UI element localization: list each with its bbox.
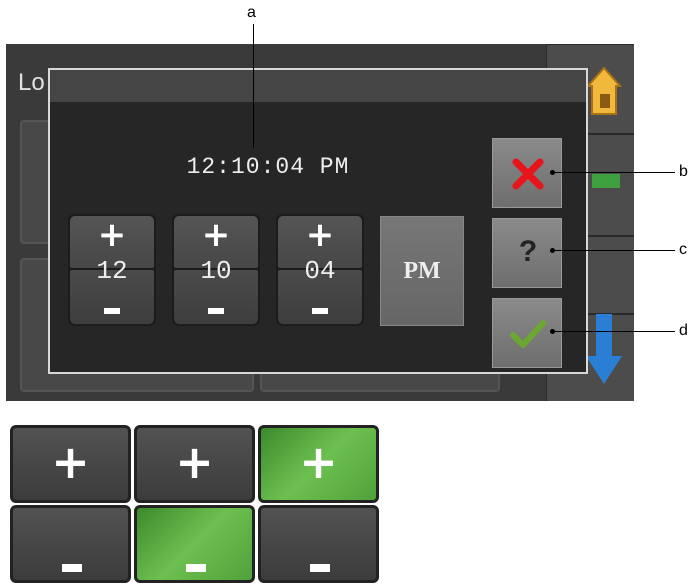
minutes-spinner: + 10	[172, 214, 260, 326]
help-button[interactable]: ?	[492, 218, 562, 288]
down-arrow-icon	[586, 314, 622, 384]
callout-label-d: d	[679, 322, 688, 339]
callout-label-b: b	[679, 163, 688, 180]
plus-icon: +	[201, 215, 231, 255]
callout-line-b	[553, 172, 675, 173]
plus-icon: +	[305, 215, 335, 255]
green-indicator-icon	[592, 174, 620, 188]
checkmark-icon	[510, 320, 546, 348]
plus-icon: +	[51, 435, 90, 489]
minus-icon	[62, 564, 82, 572]
minutes-value: 10	[200, 256, 232, 286]
minus-icon	[208, 308, 224, 314]
seconds-spinner: + 04	[276, 214, 364, 326]
example-minus-tile-normal	[10, 505, 131, 583]
plus-icon: +	[97, 215, 127, 255]
example-plus-tile-normal: +	[134, 425, 255, 503]
am-pm-toggle-button[interactable]: PM	[380, 216, 464, 326]
callout-line-c	[553, 250, 675, 251]
plus-icon: +	[175, 435, 214, 489]
background-title: Lo	[18, 69, 45, 96]
minus-icon	[104, 308, 120, 314]
example-plus-tile-highlighted: +	[258, 425, 379, 503]
home-icon	[586, 66, 622, 115]
callout-line-d	[553, 331, 675, 332]
minus-icon	[312, 308, 328, 314]
example-minus-tile-normal	[258, 505, 379, 583]
close-icon	[512, 158, 544, 190]
seconds-value: 04	[304, 256, 336, 286]
callout-label-c: c	[679, 241, 687, 258]
hours-value: 12	[96, 256, 128, 286]
hours-spinner: + 12	[68, 214, 156, 326]
time-dialog: 12:10:04 PM + 12 + 10 + 04 PM ?	[48, 68, 588, 374]
plus-icon: +	[299, 435, 338, 489]
dialog-header	[50, 70, 586, 102]
example-plus-tile-normal: +	[10, 425, 131, 503]
minus-icon	[310, 564, 330, 572]
callout-label-a: a	[247, 4, 256, 21]
example-minus-tile-highlighted	[134, 505, 255, 583]
minus-icon	[186, 564, 206, 572]
button-state-example: + + +	[10, 425, 379, 584]
time-display: 12:10:04 PM	[186, 154, 350, 180]
callout-line-a	[253, 24, 254, 148]
